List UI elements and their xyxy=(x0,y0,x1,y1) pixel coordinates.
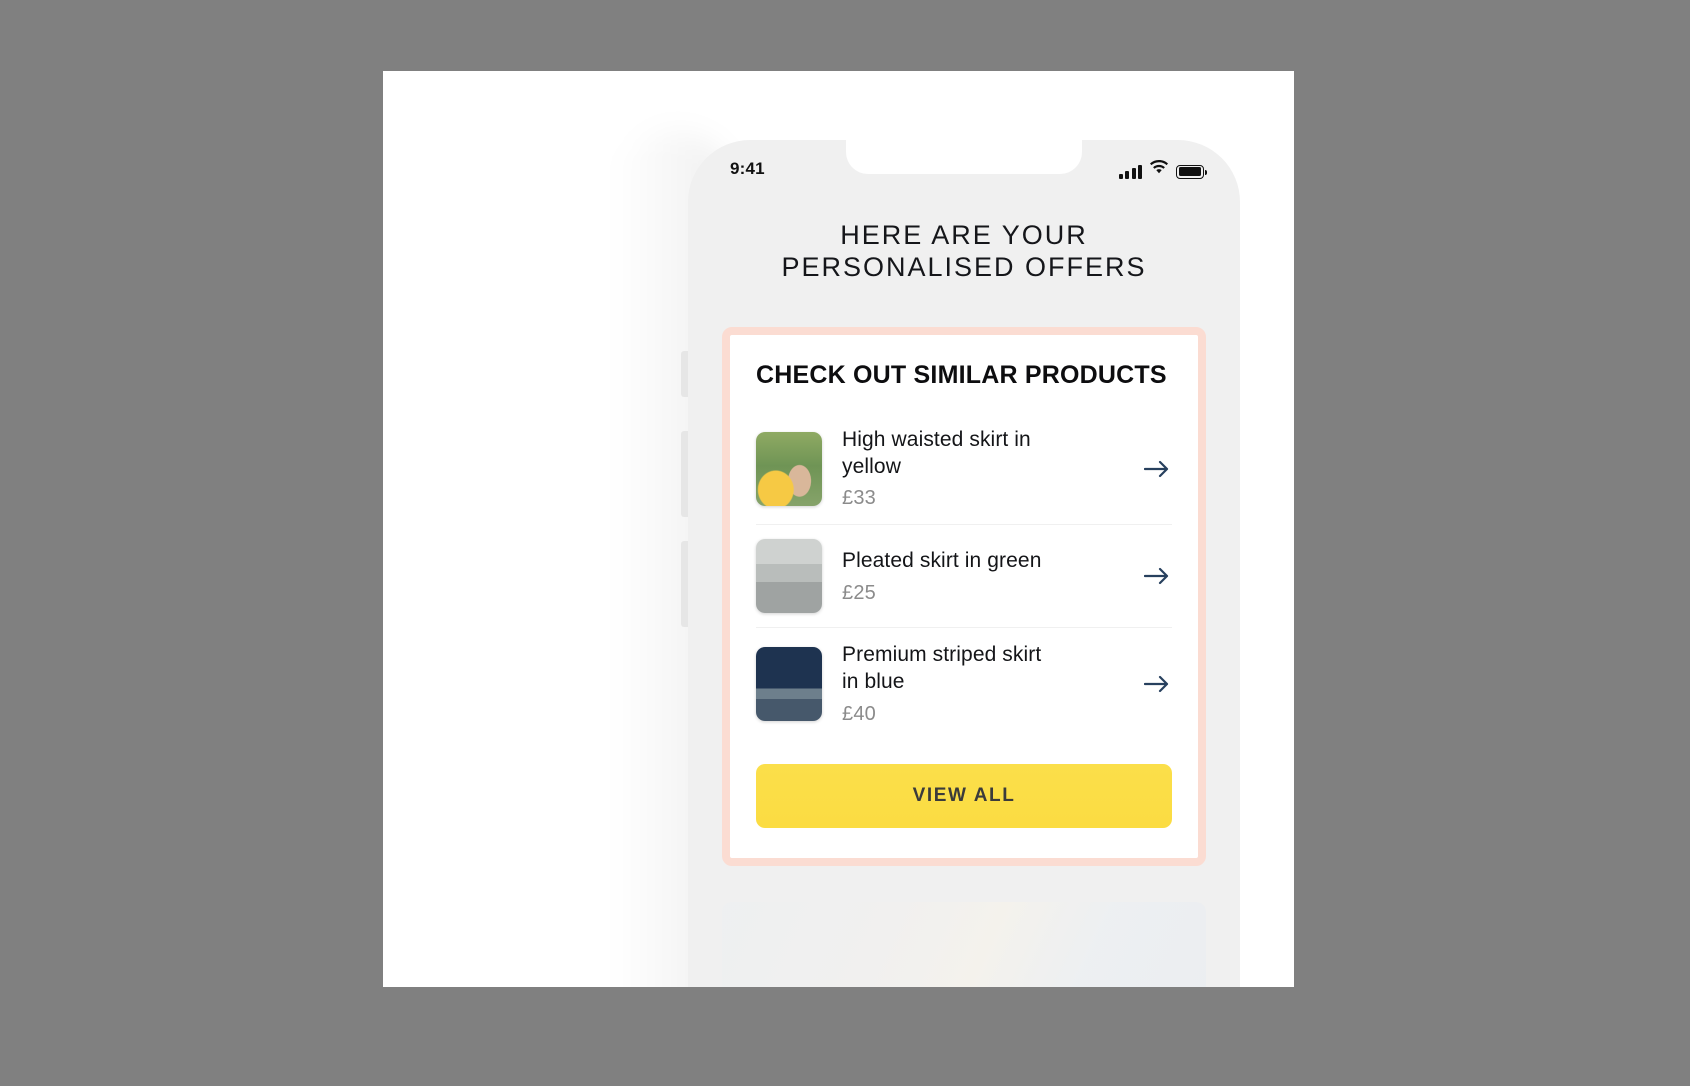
status-bar-time: 9:41 xyxy=(730,159,765,178)
product-info: Premium striped skirt in blue £40 xyxy=(842,642,1122,726)
device-volume-down-button[interactable] xyxy=(681,541,688,627)
product-row[interactable]: Pleated skirt in green £25 xyxy=(756,525,1172,629)
similar-products-card: CHECK OUT SIMILAR PRODUCTS High waisted … xyxy=(722,327,1206,867)
phone-device-frame: 9:41 HERE ARE YOUR PERSONALISED OFFERS C… xyxy=(688,140,1240,987)
product-thumbnail xyxy=(756,539,822,614)
status-bar: 9:41 xyxy=(688,140,1240,192)
card-title: CHECK OUT SIMILAR PRODUCTS xyxy=(756,361,1167,390)
product-price: £40 xyxy=(842,703,876,726)
battery-icon xyxy=(1176,164,1207,179)
wifi-icon xyxy=(1150,159,1168,179)
artboard-canvas: 9:41 HERE ARE YOUR PERSONALISED OFFERS C… xyxy=(383,71,1294,987)
product-row[interactable]: Premium striped skirt in blue £40 xyxy=(756,628,1172,740)
product-price: £33 xyxy=(842,487,876,510)
arrow-right-icon[interactable] xyxy=(1142,561,1172,591)
product-thumbnail xyxy=(756,431,822,506)
app-screen: HERE ARE YOUR PERSONALISED OFFERS CHECK … xyxy=(688,192,1240,987)
product-name: Premium striped skirt in blue xyxy=(842,643,1042,694)
product-row[interactable]: High waisted skirt in yellow £33 xyxy=(756,413,1172,526)
product-name: High waisted skirt in yellow xyxy=(842,427,1031,478)
product-name: Pleated skirt in green xyxy=(842,548,1042,572)
product-info: High waisted skirt in yellow £33 xyxy=(842,427,1122,511)
arrow-right-icon[interactable] xyxy=(1142,454,1172,484)
signal-bars-icon xyxy=(1118,164,1142,179)
product-price: £25 xyxy=(842,581,876,604)
arrow-right-icon[interactable] xyxy=(1142,669,1172,699)
page-title: HERE ARE YOUR PERSONALISED OFFERS xyxy=(781,220,1147,282)
view-all-button[interactable]: VIEW ALL xyxy=(756,764,1172,829)
status-bar-icons xyxy=(1118,159,1207,179)
device-volume-up-button[interactable] xyxy=(681,431,688,517)
device-silent-switch[interactable] xyxy=(681,351,688,397)
next-offer-card-preview[interactable] xyxy=(722,902,1206,987)
product-info: Pleated skirt in green £25 xyxy=(842,548,1122,605)
product-thumbnail xyxy=(756,647,822,722)
